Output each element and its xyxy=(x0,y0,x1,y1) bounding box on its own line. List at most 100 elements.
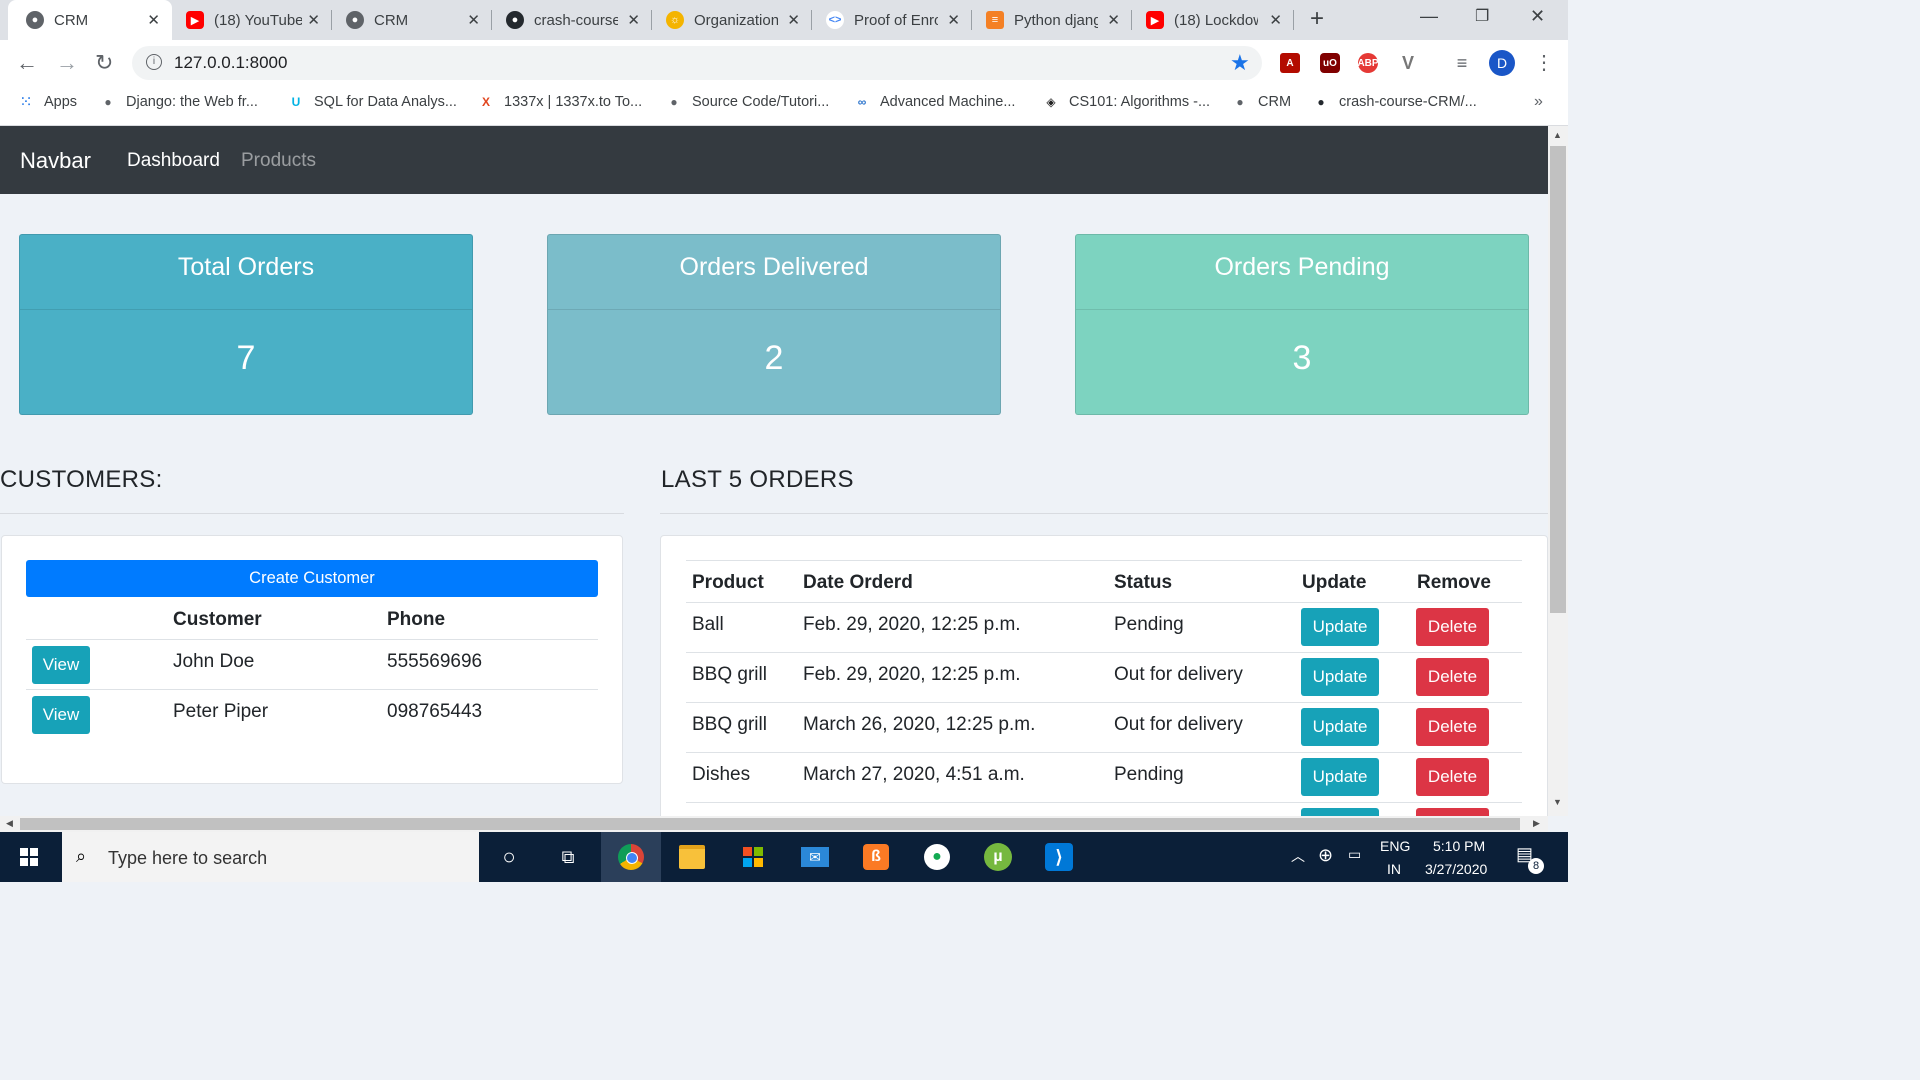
close-tab-icon[interactable]: ✕ xyxy=(307,11,320,29)
delete-order-button[interactable]: Delete xyxy=(1416,608,1489,646)
bookmark-item[interactable]: ● crash-course-CRM/... xyxy=(1313,94,1476,110)
scroll-down-icon[interactable]: ▼ xyxy=(1553,797,1562,807)
bookmark-item[interactable]: ● Source Code/Tutori... xyxy=(666,94,829,110)
scroll-right-icon[interactable]: ▶ xyxy=(1533,818,1540,829)
customer-name: John Doe xyxy=(173,651,255,672)
delete-order-button[interactable]: Delete xyxy=(1416,708,1489,746)
mongodb-icon[interactable]: ● xyxy=(922,842,952,872)
browser-tab[interactable]: <> Proof of Enro ✕ xyxy=(812,0,972,40)
column-header-product: Product xyxy=(692,572,764,593)
x-icon: X xyxy=(481,95,490,109)
order-product: Dishes xyxy=(692,764,751,785)
browser-tab[interactable]: ▶ (18) YouTube ✕ xyxy=(172,0,332,40)
info-icon[interactable]: i xyxy=(146,54,162,70)
file-explorer-icon[interactable] xyxy=(677,842,707,872)
browser-tab[interactable]: ● crash-course ✕ xyxy=(492,0,652,40)
cortana-icon[interactable]: ○ xyxy=(494,842,524,872)
horizontal-scroll-thumb[interactable] xyxy=(20,818,1520,830)
column-header-customer: Customer xyxy=(173,609,262,630)
browser-tab[interactable]: ● CRM ✕ xyxy=(332,0,492,40)
restore-icon[interactable]: ❐ xyxy=(1475,6,1489,26)
delete-order-button[interactable]: Delete xyxy=(1416,758,1489,796)
globe-icon: ● xyxy=(26,11,44,29)
clock-date[interactable]: 3/27/2020 xyxy=(1425,861,1487,877)
column-header-date: Date Orderd xyxy=(803,572,913,593)
vertical-scroll-thumb[interactable] xyxy=(1550,146,1566,613)
close-tab-icon[interactable]: ✕ xyxy=(1269,11,1282,29)
view-customer-button[interactable]: View xyxy=(32,696,90,734)
media-queue-icon[interactable]: ≡ xyxy=(1452,53,1472,73)
forward-icon[interactable]: → xyxy=(56,50,78,76)
xampp-icon[interactable]: ß xyxy=(861,842,891,872)
chrome-icon[interactable] xyxy=(616,842,646,872)
menu-kebab-icon[interactable]: ⋮ xyxy=(1534,50,1554,75)
update-order-button[interactable]: Update xyxy=(1301,608,1379,646)
view-customer-button[interactable]: View xyxy=(32,646,90,684)
globe-icon: ● xyxy=(670,95,678,109)
vscode-icon[interactable]: ⟩ xyxy=(1044,842,1074,872)
scroll-up-icon[interactable]: ▲ xyxy=(1553,130,1562,140)
language-indicator[interactable]: ENG xyxy=(1380,838,1410,854)
browser-tab[interactable]: ▶ (18) Lockdow ✕ xyxy=(1132,0,1294,40)
more-bookmarks-icon[interactable]: » xyxy=(1534,93,1543,111)
profile-avatar[interactable]: D xyxy=(1489,50,1515,76)
stat-card-title: Orders Pending xyxy=(1076,235,1528,310)
utorrent-icon[interactable]: µ xyxy=(983,842,1013,872)
close-tab-icon[interactable]: ✕ xyxy=(467,11,480,29)
create-customer-button[interactable]: Create Customer xyxy=(26,560,598,597)
pdf-extension-icon[interactable]: A xyxy=(1280,53,1300,73)
navbar-brand[interactable]: Navbar xyxy=(20,148,91,174)
region-indicator[interactable]: IN xyxy=(1387,861,1401,877)
close-tab-icon[interactable]: ✕ xyxy=(1107,11,1120,29)
show-hidden-icons-icon[interactable]: ︿ xyxy=(1291,846,1305,866)
browser-tab[interactable]: ● CRM ✕ xyxy=(8,0,172,40)
battery-icon[interactable]: ▭ xyxy=(1348,846,1361,863)
delete-order-button[interactable] xyxy=(1416,808,1489,816)
nav-link-dashboard[interactable]: Dashboard xyxy=(127,150,220,172)
update-order-button[interactable]: Update xyxy=(1301,708,1379,746)
vimium-icon[interactable]: V xyxy=(1398,53,1418,73)
minimize-icon[interactable]: — xyxy=(1420,6,1438,27)
network-icon[interactable]: ⊕ xyxy=(1318,845,1333,866)
stat-card-value: 7 xyxy=(236,339,256,377)
scroll-left-icon[interactable]: ◀ xyxy=(6,818,13,829)
update-order-button[interactable] xyxy=(1301,808,1379,816)
close-window-icon[interactable]: ✕ xyxy=(1530,6,1545,27)
nav-link-products[interactable]: Products xyxy=(241,150,316,172)
close-tab-icon[interactable]: ✕ xyxy=(627,11,640,29)
order-status: Pending xyxy=(1114,764,1184,785)
url-text[interactable]: 127.0.0.1:8000 xyxy=(174,53,287,73)
apps-grid-icon: ⁙ xyxy=(19,94,33,111)
reload-icon[interactable]: ↻ xyxy=(95,50,113,76)
bookmark-item[interactable]: X 1337x | 1337x.to To... xyxy=(478,94,642,110)
bookmark-item[interactable]: U SQL for Data Analys... xyxy=(288,94,457,110)
mail-icon[interactable]: ✉ xyxy=(800,842,830,872)
browser-tab[interactable]: ☼ Organization ✕ xyxy=(652,0,812,40)
ublock-icon[interactable]: uO xyxy=(1320,53,1340,73)
taskbar-search-placeholder[interactable]: Type here to search xyxy=(108,848,267,869)
update-order-button[interactable]: Update xyxy=(1301,658,1379,696)
address-bar[interactable] xyxy=(132,46,1262,80)
browser-tab[interactable]: ≡ Python djang ✕ xyxy=(972,0,1132,40)
bookmark-item[interactable]: ● Django: the Web fr... xyxy=(100,94,258,110)
navbar xyxy=(0,126,1548,194)
adblock-icon[interactable]: ABP xyxy=(1357,53,1379,73)
update-order-button[interactable]: Update xyxy=(1301,758,1379,796)
bookmark-item[interactable]: ● CRM xyxy=(1232,94,1291,110)
bookmark-star-icon[interactable]: ★ xyxy=(1230,50,1250,76)
bookmark-item[interactable]: ∞ Advanced Machine... xyxy=(854,94,1016,110)
store-icon[interactable] xyxy=(738,842,768,872)
customer-phone: 098765443 xyxy=(387,701,483,722)
new-tab-button[interactable]: + xyxy=(1310,5,1324,33)
close-tab-icon[interactable]: ✕ xyxy=(147,11,160,29)
task-view-icon[interactable]: ⧉ xyxy=(553,842,583,872)
delete-order-button[interactable]: Delete xyxy=(1416,658,1489,696)
bookmark-item[interactable]: ⁙ Apps xyxy=(18,94,77,111)
bookmark-item[interactable]: ◈ CS101: Algorithms -... xyxy=(1043,94,1210,110)
column-header-status: Status xyxy=(1114,572,1173,593)
clock-time[interactable]: 5:10 PM xyxy=(1433,838,1485,854)
back-icon[interactable]: ← xyxy=(16,50,38,76)
windows-start-icon[interactable] xyxy=(20,848,38,866)
close-tab-icon[interactable]: ✕ xyxy=(947,11,960,29)
close-tab-icon[interactable]: ✕ xyxy=(787,11,800,29)
